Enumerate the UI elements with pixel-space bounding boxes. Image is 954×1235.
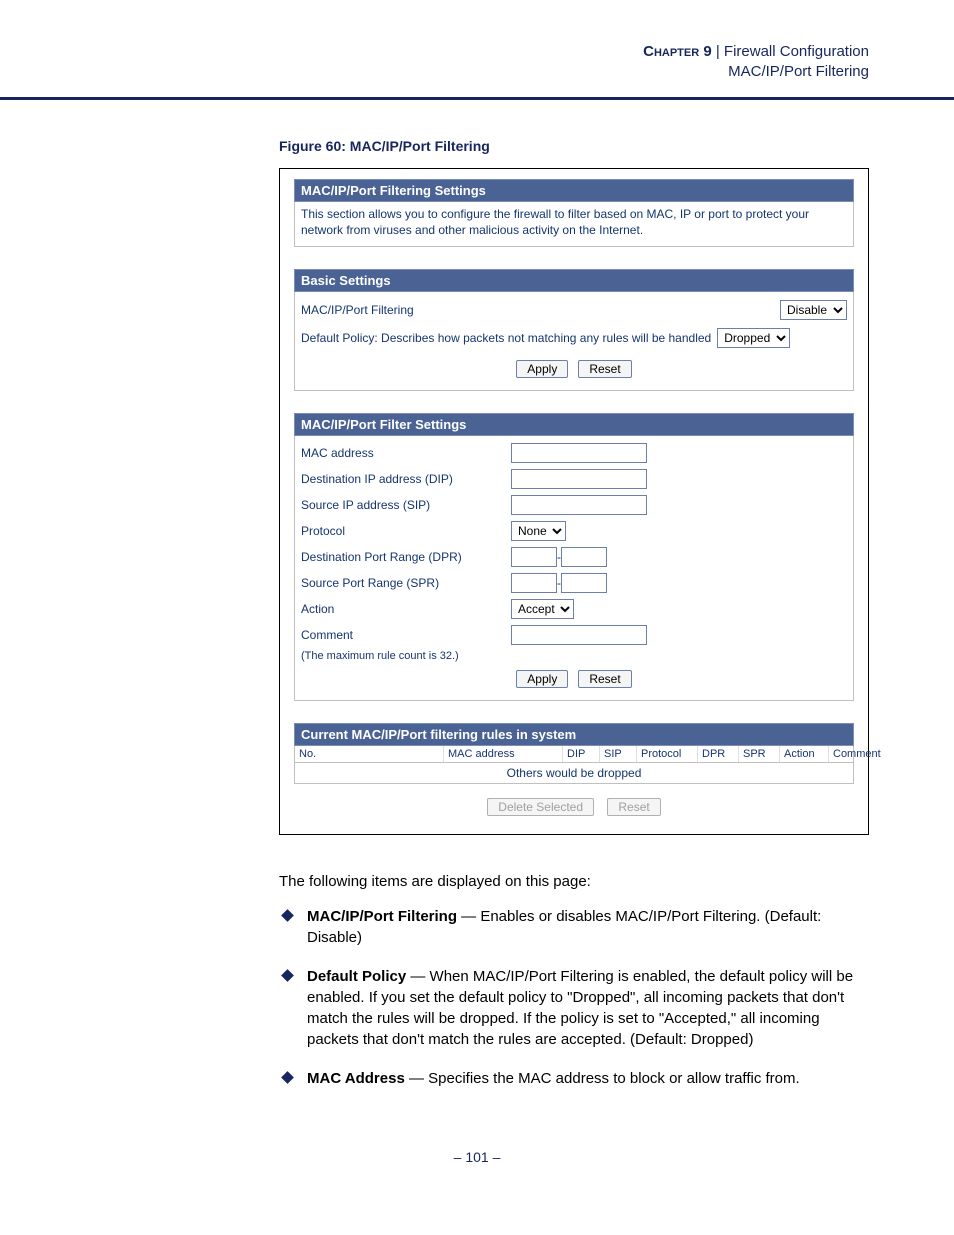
panel-current-rules-header: Current MAC/IP/Port filtering rules in s… (294, 723, 854, 746)
panel-filter-settings-header: MAC/IP/Port Filter Settings (294, 413, 854, 436)
figure-box: MAC/IP/Port Filtering Settings This sect… (279, 168, 869, 835)
protocol-select[interactable]: None (511, 521, 566, 541)
page-header: Chapter 9 | Firewall Configuration MAC/I… (0, 0, 954, 91)
col-mac: MAC address (444, 746, 563, 762)
term: MAC Address (307, 1070, 405, 1087)
filtering-enable-label: MAC/IP/Port Filtering (301, 303, 780, 317)
spr-to-input[interactable] (561, 573, 607, 593)
header-chapter: Chapter 9 (643, 43, 712, 60)
term: Default Policy (307, 968, 406, 985)
col-comment: Comment (829, 746, 885, 762)
mac-input[interactable] (511, 443, 647, 463)
sip-label: Source IP address (SIP) (301, 492, 511, 518)
comment-label: Comment (301, 622, 511, 648)
rules-col-row: No. MAC address DIP SIP Protocol DPR SPR… (294, 746, 854, 763)
col-protocol: Protocol (637, 746, 698, 762)
panel-basic-settings-header: Basic Settings (294, 269, 854, 292)
header-title: Firewall Configuration (724, 43, 869, 60)
basic-reset-button[interactable]: Reset (578, 360, 631, 378)
spr-label: Source Port Range (SPR) (301, 570, 511, 596)
header-sep: | (712, 43, 724, 60)
filtering-desc: This section allows you to configure the… (301, 206, 847, 238)
list-item: MAC Address — Specifies the MAC address … (279, 1068, 869, 1089)
page-number: – 101 – (0, 1149, 954, 1165)
body-intro: The following items are displayed on thi… (279, 871, 869, 892)
list-item: Default Policy — When MAC/IP/Port Filter… (279, 966, 869, 1050)
sip-input[interactable] (511, 495, 647, 515)
rules-reset-button[interactable]: Reset (607, 798, 660, 816)
max-rules-note: (The maximum rule count is 32.) (301, 650, 847, 662)
protocol-label: Protocol (301, 518, 511, 544)
dpr-from-input[interactable] (511, 547, 557, 567)
action-label: Action (301, 596, 511, 622)
default-policy-select[interactable]: Dropped (717, 328, 790, 348)
filter-apply-button[interactable]: Apply (516, 670, 568, 688)
dpr-label: Destination Port Range (DPR) (301, 544, 511, 570)
comment-input[interactable] (511, 625, 647, 645)
term-text: — Specifies the MAC address to block or … (405, 1070, 800, 1087)
dip-input[interactable] (511, 469, 647, 489)
dpr-to-input[interactable] (561, 547, 607, 567)
mac-label: MAC address (301, 440, 511, 466)
panel-basic-settings-body: MAC/IP/Port Filtering Disable Default Po… (294, 292, 854, 391)
dip-label: Destination IP address (DIP) (301, 466, 511, 492)
description-list: MAC/IP/Port Filtering — Enables or disab… (279, 906, 869, 1089)
default-policy-label: Default Policy: Describes how packets no… (301, 331, 717, 345)
header-subtitle: MAC/IP/Port Filtering (728, 63, 869, 80)
spr-from-input[interactable] (511, 573, 557, 593)
col-no: No. (295, 746, 444, 762)
basic-apply-button[interactable]: Apply (516, 360, 568, 378)
col-action: Action (780, 746, 829, 762)
col-spr: SPR (739, 746, 780, 762)
delete-selected-button[interactable]: Delete Selected (487, 798, 594, 816)
filtering-enable-select[interactable]: Disable (780, 300, 847, 320)
col-dpr: DPR (698, 746, 739, 762)
panel-filtering-settings-header: MAC/IP/Port Filtering Settings (294, 179, 854, 202)
header-divider (0, 97, 954, 100)
action-select[interactable]: Accept (511, 599, 574, 619)
term: MAC/IP/Port Filtering (307, 908, 457, 925)
panel-filter-settings-body: MAC address Destination IP address (DIP)… (294, 436, 854, 701)
list-item: MAC/IP/Port Filtering — Enables or disab… (279, 906, 869, 948)
figure-caption: Figure 60: MAC/IP/Port Filtering (279, 138, 869, 154)
rules-empty-msg: Others would be dropped (294, 763, 854, 784)
filter-reset-button[interactable]: Reset (578, 670, 631, 688)
col-sip: SIP (600, 746, 637, 762)
col-dip: DIP (563, 746, 600, 762)
panel-filtering-settings-body: This section allows you to configure the… (294, 202, 854, 247)
